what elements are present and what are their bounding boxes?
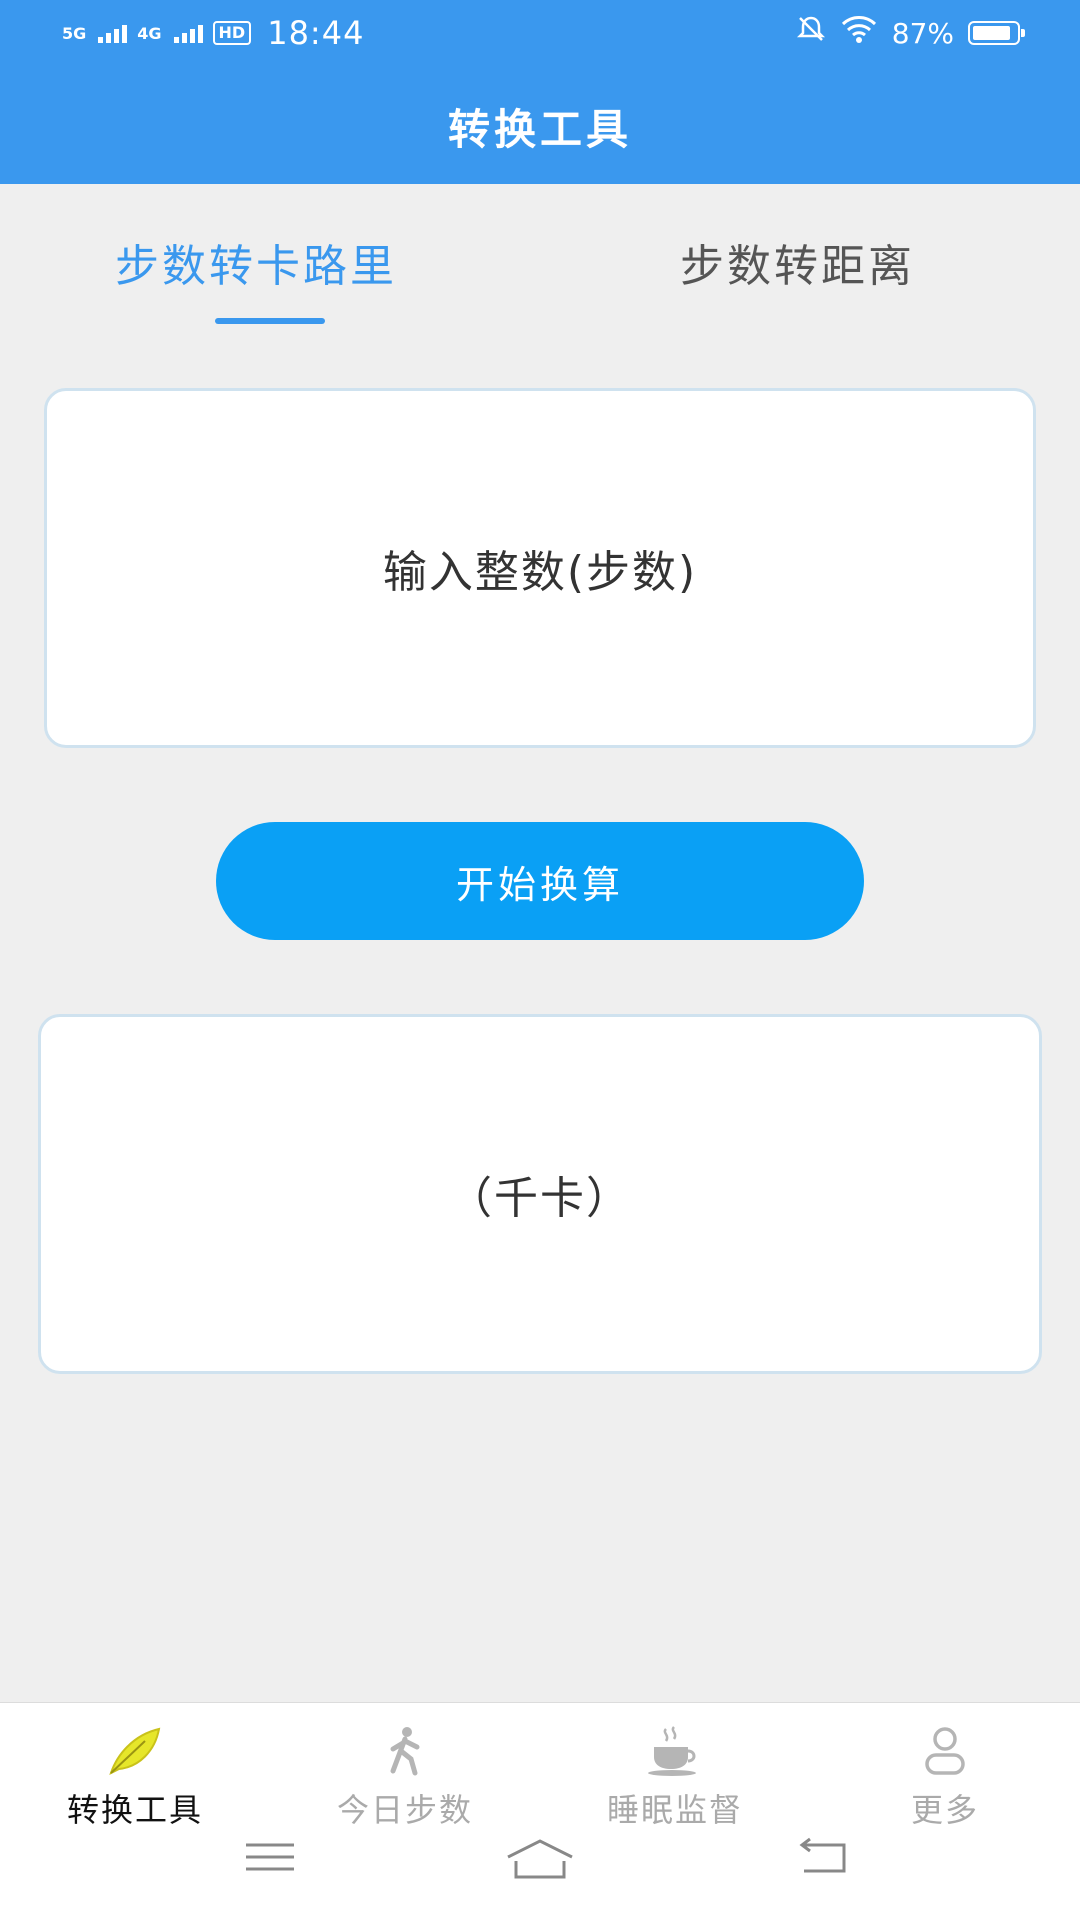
convert-button[interactable]: 开始换算 [216,822,864,940]
system-nav-bar [0,1837,1080,1907]
walking-person-icon [270,1723,540,1779]
bottom-nav: 转换工具 今日步数 睡眠监督 更多 [0,1702,1080,1921]
nav-item-today-steps[interactable]: 今日步数 [270,1723,540,1831]
nav-item-label: 今日步数 [336,1791,473,1829]
nav-item-label: 转换工具 [66,1791,203,1829]
feather-icon [0,1723,270,1779]
nav-item-more[interactable]: 更多 [810,1723,1080,1831]
tab-indicator [215,318,325,324]
tab-steps-to-calories[interactable]: 步数转卡路里 [115,230,397,294]
person-icon [810,1723,1080,1779]
tab-steps-to-distance[interactable]: 步数转距离 [680,230,915,294]
result-text: （千卡） [448,1173,632,1224]
signal-bars-icon [98,23,128,43]
network-4g: 4G [137,23,162,43]
coffee-cup-icon [540,1723,810,1779]
steps-input[interactable]: 输入整数(步数) [44,388,1036,748]
menu-icon[interactable] [244,1837,296,1881]
app-bar: 5G 4G HD 18:44 87% 转换工具 [0,0,1080,184]
nav-item-label: 更多 [910,1791,979,1829]
tab-bar: 步数转卡路里 步数转距离 [0,230,1080,330]
nav-item-conversion-tool[interactable]: 转换工具 [0,1723,270,1831]
status-time: 18:44 [267,14,365,52]
network-5g: 5G [62,23,87,43]
battery-icon [968,21,1025,45]
battery-percent: 87% [891,16,954,50]
page-title: 转换工具 [447,105,632,154]
result-display: （千卡） [38,1014,1042,1374]
nav-item-label: 睡眠监督 [606,1791,743,1829]
wifi-icon [840,14,878,52]
home-icon[interactable] [504,1837,576,1885]
status-bar: 5G 4G HD 18:44 87% [0,0,1080,64]
back-icon[interactable] [796,1837,850,1881]
signal-bars-icon [173,23,203,43]
mute-bell-icon [796,14,826,52]
steps-input-placeholder: 输入整数(步数) [382,547,698,598]
hd-voice-badge: HD [212,21,252,45]
nav-item-sleep-monitor[interactable]: 睡眠监督 [540,1723,810,1831]
